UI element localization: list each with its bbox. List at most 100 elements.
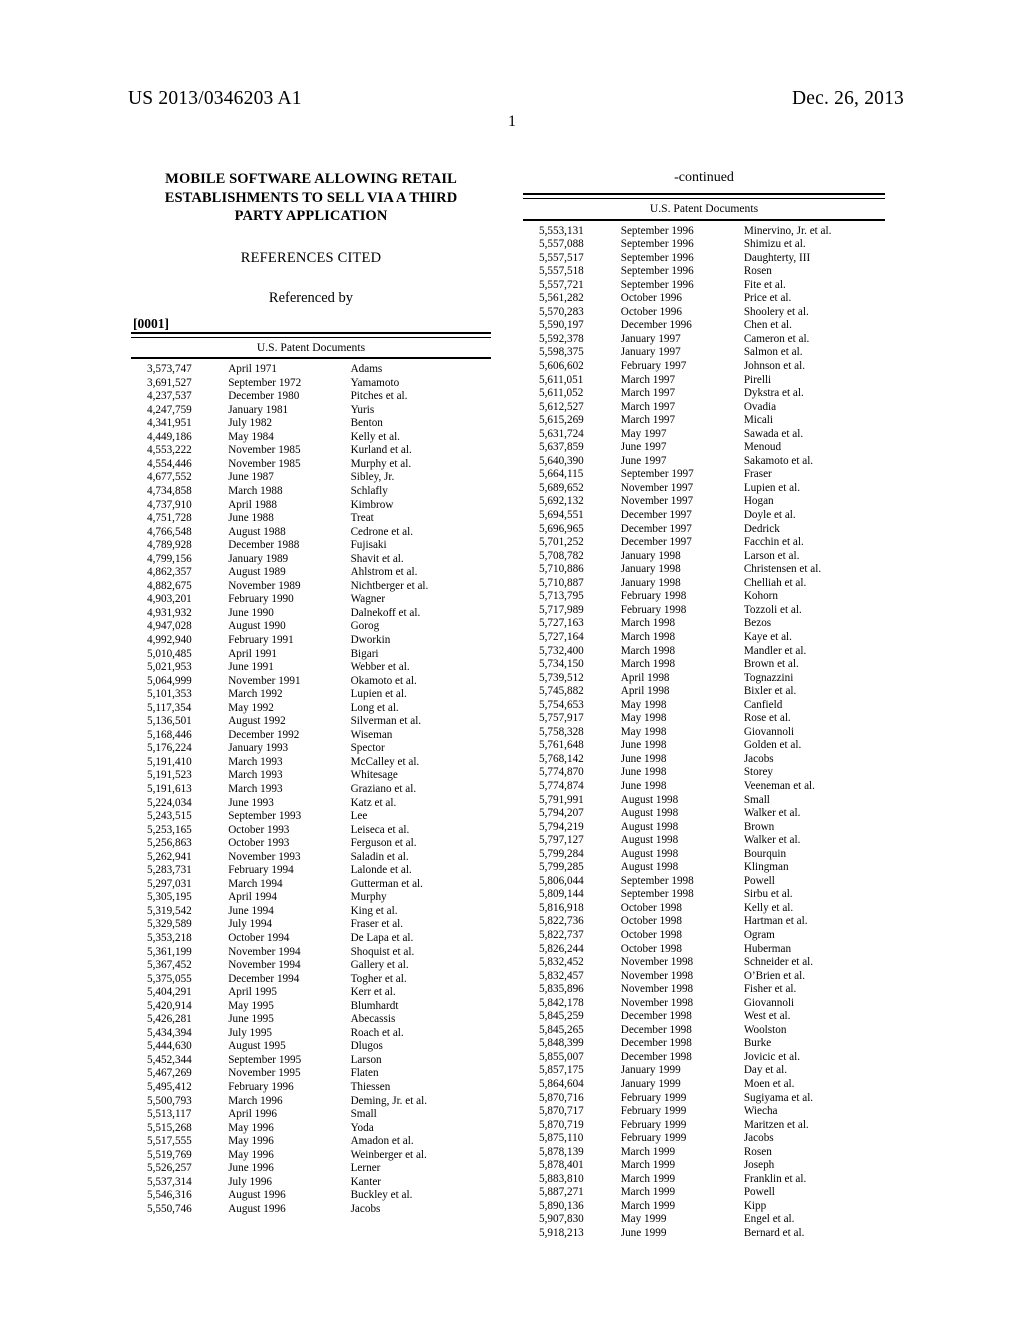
left-column: MOBILE SOFTWARE ALLOWING RETAIL ESTABLIS… [131, 170, 491, 1217]
patent-assignee: Lee [350, 810, 368, 823]
patent-date: March 1998 [620, 644, 676, 657]
patent-assignee: Fraser et al. [350, 918, 404, 931]
table-row: 5,319,542 June 1994 King et al. [131, 905, 491, 919]
table-row: 5,168,446 December 1992 Wiseman [131, 729, 491, 743]
patent-date: December 1997 [620, 536, 692, 549]
patent-date: August 1996 [228, 1202, 286, 1215]
patent-assignee: Dworkin [350, 633, 391, 646]
patent-date: January 1993 [228, 742, 289, 755]
table-row: 5,136,501 August 1992 Silverman et al. [131, 715, 491, 729]
patent-number: 5,517,555 [147, 1135, 192, 1148]
patent-assignee: Tognazzini [743, 671, 794, 684]
patent-assignee: Flaten [350, 1067, 379, 1080]
patent-date: March 1994 [228, 877, 283, 890]
table-row: 5,612,527 March 1997 Ovadia [523, 401, 885, 415]
patent-number: 5,855,007 [539, 1050, 584, 1063]
patent-assignee: Katz et al. [350, 796, 397, 809]
patent-date: March 1997 [620, 414, 676, 427]
table-row: 5,887,271 March 1999 Powell [523, 1186, 885, 1200]
patent-assignee: Lupien et al. [350, 688, 407, 701]
table-row: 5,495,412 February 1996 Thiessen [131, 1081, 491, 1095]
patent-number: 3,691,527 [147, 376, 192, 389]
patent-assignee: Klingman [743, 861, 789, 874]
table-row: 5,809,144 September 1998 Sirbu et al. [523, 888, 885, 902]
patent-date: March 1998 [620, 617, 676, 630]
patent-number: 5,615,269 [539, 414, 584, 427]
patent-assignee: King et al. [350, 904, 398, 917]
table-row: 5,701,252 December 1997 Facchin et al. [523, 536, 885, 550]
table-row: 5,010,485 April 1991 Bigari [131, 648, 491, 662]
patent-number: 5,262,941 [147, 850, 192, 863]
patent-number: 5,500,793 [147, 1094, 192, 1107]
patent-assignee: Ogram [743, 928, 775, 941]
table-row: 5,537,314 July 1996 Kanter [131, 1176, 491, 1190]
patent-date: September 1998 [620, 874, 694, 887]
table-row: 5,774,874 June 1998 Veeneman et al. [523, 780, 885, 794]
table-row: 5,692,132 November 1997 Hogan [523, 495, 885, 509]
patent-assignee: Nichtberger et al. [350, 579, 429, 592]
patent-assignee: Buckley et al. [350, 1189, 413, 1202]
patent-date: November 1993 [228, 850, 301, 863]
table-row: 5,761,648 June 1998 Golden et al. [523, 739, 885, 753]
patent-assignee: Hogan [743, 495, 774, 508]
patent-assignee: Day et al. [743, 1064, 787, 1077]
patent-number: 5,745,882 [539, 685, 584, 698]
patent-date: November 1985 [228, 457, 301, 470]
patent-date: December 1997 [620, 522, 692, 535]
patent-date: April 1995 [228, 986, 277, 999]
patent-number: 5,870,716 [539, 1091, 584, 1104]
patent-assignee: Salmon et al. [743, 346, 803, 359]
table-row: 5,420,914 May 1995 Blumhardt [131, 1000, 491, 1014]
patent-assignee: Fraser [743, 468, 772, 481]
table-row: 5,794,207 August 1998 Walker et al. [523, 807, 885, 821]
patent-number: 5,191,613 [147, 783, 192, 795]
patent-assignee: Christensen et al. [743, 563, 822, 576]
patent-assignee: Jacobs [743, 1132, 774, 1145]
patent-assignee: Huberman [743, 942, 792, 955]
patent-number: 5,319,542 [147, 904, 192, 917]
patent-number: 5,754,653 [539, 698, 584, 711]
table-row: 4,766,548 August 1988 Cedrone et al. [131, 526, 491, 540]
patent-date: February 1990 [228, 593, 294, 606]
patent-assignee: Ovadia [743, 400, 777, 413]
patent-date: June 1998 [620, 752, 667, 765]
patent-number: 5,732,400 [539, 644, 584, 657]
patent-number: 4,554,446 [147, 457, 192, 470]
continued-label: -continued [674, 170, 734, 185]
patent-assignee: Thiessen [350, 1081, 391, 1094]
patent-date: March 1997 [620, 400, 676, 413]
patent-assignee: O’Brien et al. [743, 969, 806, 982]
table-row: 3,691,527 September 1972 Yamamoto [131, 377, 491, 391]
patent-number: 5,101,353 [147, 688, 192, 701]
patent-date: July 1994 [228, 918, 273, 931]
table-row: 5,553,131 September 1996 Minervino, Jr. et… [523, 220, 885, 239]
patent-date: November 1998 [620, 956, 694, 969]
patent-assignee: Micali [743, 414, 774, 427]
patent-assignee: Larson [350, 1053, 382, 1066]
patent-number: 5,727,163 [539, 617, 584, 630]
patent-assignee: Sibley, Jr. [350, 471, 395, 484]
patent-date: May 1996 [228, 1148, 274, 1161]
table-row: 5,452,344 September 1995 Larson [131, 1054, 491, 1068]
patent-assignee: Gorog [350, 620, 380, 633]
patent-assignee: Yuris [350, 403, 375, 416]
patent-assignee: Facchin et al. [743, 536, 804, 549]
table-row: 5,757,917 May 1998 Rose et al. [523, 712, 885, 726]
table-row: 5,794,219 August 1998 Brown [523, 821, 885, 835]
table-row: 5,816,918 October 1998 Kelly et al. [523, 902, 885, 916]
table-row: 4,341,951 July 1982 Benton [131, 417, 491, 431]
patent-date: April 1996 [228, 1108, 277, 1121]
patent-date: October 1998 [620, 942, 682, 955]
patent-date: November 1994 [228, 945, 301, 958]
patent-date: October 1996 [620, 305, 682, 318]
patent-assignee: Saladin et al. [350, 850, 409, 863]
table-row: 4,789,928 December 1988 Fujisaki [131, 539, 491, 553]
patent-assignee: Cedrone et al. [350, 525, 414, 538]
patent-assignee: Rosen [743, 265, 772, 278]
patent-assignee: Minervino, Jr. et al. [743, 224, 832, 237]
patent-date: March 1988 [228, 484, 283, 497]
patent-assignee: Johnson et al. [743, 360, 806, 373]
table-row: 5,557,721 September 1996 Fite et al. [523, 279, 885, 293]
table-row: 5,426,281 June 1995 Abecassis [131, 1013, 491, 1027]
patent-date: November 1997 [620, 495, 694, 508]
